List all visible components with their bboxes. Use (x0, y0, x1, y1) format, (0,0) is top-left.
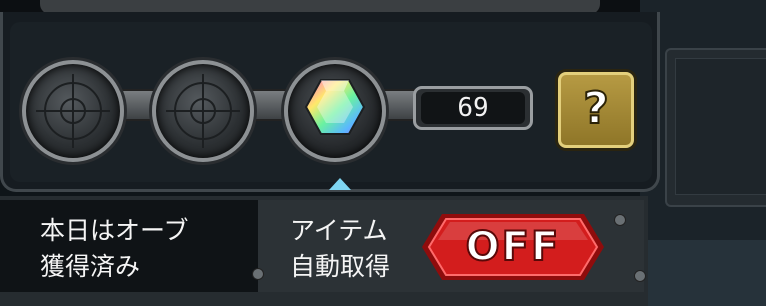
empty-orb-slot-1 (22, 60, 124, 162)
right-side-panel-inner (675, 58, 766, 195)
selection-indicator-icon (329, 178, 351, 190)
question-mark-icon[interactable]: ? (558, 72, 634, 148)
status-line-2: 獲得済み (40, 252, 141, 281)
gem-orb-slot (284, 60, 386, 162)
right-floor (640, 240, 766, 306)
auto-collect-label-2: 自動取得 (290, 252, 391, 281)
status-line-1: 本日はオーブ (40, 216, 189, 245)
crosshair-line (202, 74, 204, 148)
rivet (252, 268, 264, 280)
rainbow-gem-icon (304, 79, 366, 135)
crosshair-line (72, 74, 74, 148)
orb-count: 69 (457, 93, 489, 123)
rivet (634, 270, 646, 282)
empty-orb-slot-2 (152, 60, 254, 162)
auto-collect-label-1: アイテム (290, 216, 388, 245)
rivet (614, 214, 626, 226)
toggle-off-label[interactable]: OFF (420, 212, 606, 282)
